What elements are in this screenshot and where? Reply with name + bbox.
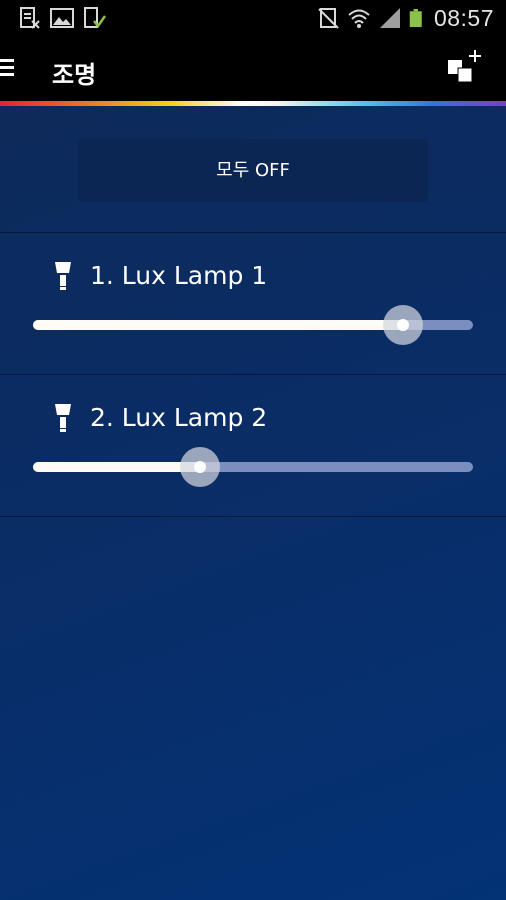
slider-fill xyxy=(33,462,201,472)
add-light-icon[interactable] xyxy=(448,50,484,84)
divider xyxy=(0,516,506,517)
slider-fill xyxy=(33,320,403,330)
download-done-icon xyxy=(84,7,106,29)
screenshot-icon xyxy=(20,7,40,29)
lamp-name: 1. Lux Lamp 1 xyxy=(90,261,268,290)
brightness-slider[interactable] xyxy=(33,447,473,487)
gallery-icon xyxy=(50,8,74,28)
menu-icon[interactable] xyxy=(0,58,16,78)
lamp-row[interactable]: 1. Lux Lamp 1 xyxy=(0,233,506,374)
mute-icon xyxy=(318,8,339,29)
all-off-button[interactable]: 모두 OFF xyxy=(78,139,428,202)
battery-icon xyxy=(409,9,422,27)
slider-thumb[interactable] xyxy=(180,447,221,487)
lamp-name: 2. Lux Lamp 2 xyxy=(90,403,268,432)
lamp-row[interactable]: 2. Lux Lamp 2 xyxy=(0,375,506,516)
signal-icon xyxy=(379,8,400,28)
main-content: 모두 OFF 1. Lux Lamp 1 2. Lux Lamp 2 xyxy=(0,106,506,900)
wifi-icon xyxy=(348,9,370,28)
app-bar: 조명 xyxy=(0,36,506,102)
bulb-icon xyxy=(55,404,71,432)
slider-thumb[interactable] xyxy=(382,305,423,345)
status-time: 08:57 xyxy=(433,4,494,31)
bulb-icon xyxy=(55,262,71,290)
brightness-slider[interactable] xyxy=(33,305,473,345)
page-title: 조명 xyxy=(52,61,97,89)
status-bar: 08:57 xyxy=(0,0,506,36)
